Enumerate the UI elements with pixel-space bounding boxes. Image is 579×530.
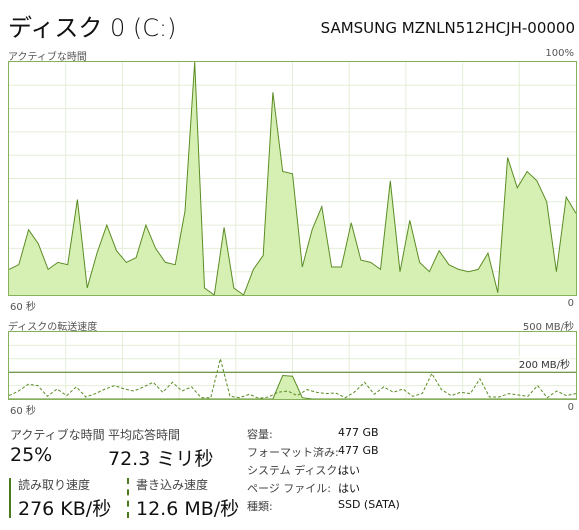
page-file-value: はい: [338, 482, 360, 495]
transfer-graph: 200 MB/秒: [8, 331, 577, 400]
active-time-x-right-label: 0: [567, 298, 574, 309]
formatted-label: フォーマット済み:: [247, 446, 339, 459]
response-time-stat-label: 平均応答時間: [108, 428, 181, 442]
active-time-x-left-label: 60 秒: [10, 302, 36, 313]
system-disk-value: はい: [338, 464, 360, 477]
write-speed-stat-label: 書き込み速度: [136, 478, 209, 492]
transfer-ref-label: 200 MB/秒: [518, 356, 570, 371]
type-value: SSD (SATA): [338, 498, 400, 511]
type-label: 種類:: [247, 500, 273, 513]
active-time-graph: [8, 61, 577, 296]
active-time-stat-value: 25%: [10, 444, 53, 466]
write-speed-stat-value: 12.6 MB/秒: [136, 498, 240, 520]
disk-title: ディスク 0 (C:): [8, 14, 177, 42]
capacity-label: 容量:: [247, 428, 273, 441]
capacity-value: 477 GB: [338, 426, 379, 439]
transfer-plot: [9, 332, 576, 399]
transfer-x-left-label: 60 秒: [10, 406, 36, 417]
formatted-value: 477 GB: [338, 444, 379, 457]
page-file-label: ページ ファイル:: [247, 482, 331, 495]
active-time-stat-label: アクティブな時間: [10, 428, 105, 442]
write-speed-legend-line: [127, 478, 129, 518]
read-speed-legend-line: [9, 478, 11, 518]
disk-model: SAMSUNG MZNLN512HCJH-00000: [320, 19, 575, 37]
response-time-stat-value: 72.3 ミリ秒: [108, 448, 214, 470]
system-disk-label: システム ディスク:: [247, 464, 342, 477]
read-speed-stat-value: 276 KB/秒: [18, 498, 112, 520]
read-speed-area: [9, 375, 576, 399]
read-speed-stat-label: 読み取り速度: [18, 478, 91, 492]
active-time-plot: [9, 62, 576, 295]
transfer-x-right-label: 0: [567, 402, 574, 413]
active-time-max-label: 100%: [545, 48, 574, 59]
